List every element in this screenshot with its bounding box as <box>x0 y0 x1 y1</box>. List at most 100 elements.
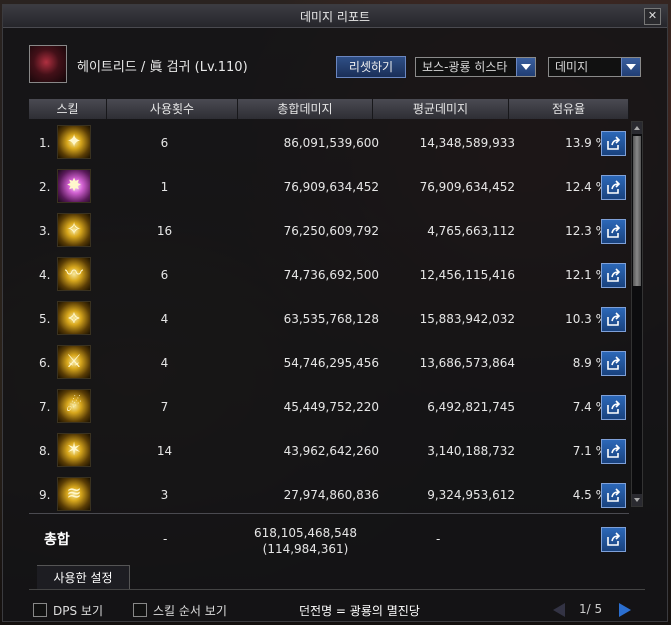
skill-icon: ✧ <box>57 213 91 247</box>
use-count: 7 <box>160 400 169 414</box>
total-damage: 86,091,539,600 <box>283 136 379 150</box>
share-button[interactable] <box>601 131 626 156</box>
avg-damage: 76,909,634,452 <box>419 180 515 194</box>
tab-divider <box>29 589 645 590</box>
footer-bar: DPS 보기 스킬 순서 보기 던전명 = 광룡의 멸진당 1/ 5 <box>3 597 667 623</box>
share-icon <box>607 356 621 370</box>
table-scrollbar[interactable] <box>631 121 643 507</box>
use-count: 3 <box>160 488 169 502</box>
row-index: 6. <box>39 356 51 370</box>
skill-order-checkbox[interactable] <box>133 603 147 617</box>
skill-icon: 〰 <box>57 257 91 291</box>
share-icon <box>607 312 621 326</box>
skill-order-label: 스킬 순서 보기 <box>153 604 227 618</box>
skill-icon: ✶ <box>57 433 91 467</box>
total-damage: 63,535,768,128 <box>283 312 379 326</box>
row-index: 8. <box>39 444 51 458</box>
share-button[interactable] <box>601 307 626 332</box>
share-icon <box>607 136 621 150</box>
table-row: 8. ✶ 14 43,962,642,260 3,140,188,732 7.1… <box>29 429 629 473</box>
total-damage-value: 618,105,468,548 <box>253 526 358 540</box>
tab-used-settings[interactable]: 사용한 설정 <box>37 565 130 590</box>
total-share-button[interactable] <box>601 527 626 552</box>
share-icon <box>607 224 621 238</box>
dps-view-checkbox[interactable] <box>33 603 47 617</box>
total-damage: 76,909,634,452 <box>283 180 379 194</box>
avg-damage: 13,686,573,864 <box>419 356 515 370</box>
avg-damage: 15,883,942,032 <box>419 312 515 326</box>
avg-damage: 6,492,821,745 <box>427 400 515 414</box>
share-icon <box>607 180 621 194</box>
page-indicator: 1/ 5 <box>579 602 603 616</box>
share-button[interactable] <box>601 175 626 200</box>
avg-damage: 4,765,663,112 <box>427 224 515 238</box>
share-icon <box>607 400 621 414</box>
row-index: 3. <box>39 224 51 238</box>
table-header: 스킬 사용횟수 총합데미지 평균데미지 점유율 <box>29 99 629 119</box>
use-count: 6 <box>160 268 169 282</box>
close-button[interactable]: ✕ <box>644 8 661 25</box>
character-portrait <box>29 45 67 83</box>
table-body: 1. ✦ 6 86,091,539,600 14,348,589,933 1 3.… <box>29 121 629 517</box>
metric-select[interactable]: 데미지 <box>548 57 641 77</box>
total-damage-subvalue: (114,984,361) <box>262 542 349 556</box>
reset-button[interactable]: 리셋하기 <box>336 56 406 78</box>
row-index: 7. <box>39 400 51 414</box>
table-row: 3. ✧ 16 76,250,609,792 4,765,663,112 12.… <box>29 209 629 253</box>
table-row: 4. 〰 6 74,736,692,500 12,456,115,416 12.… <box>29 253 629 297</box>
header-avg-damage[interactable]: 평균데미지 <box>373 99 509 119</box>
share-icon <box>607 488 621 502</box>
use-count: 4 <box>160 312 169 326</box>
totals-divider <box>29 513 629 514</box>
skill-icon: ☄ <box>57 389 91 423</box>
total-count: - <box>163 532 168 546</box>
table-row: 5. ⟡ 4 63,535,768,128 15,883,942,032 10.… <box>29 297 629 341</box>
share-button[interactable] <box>601 395 626 420</box>
chevron-down-icon <box>621 58 640 76</box>
row-index: 4. <box>39 268 51 282</box>
skill-icon: ⚔ <box>57 345 91 379</box>
row-index: 2. <box>39 180 51 194</box>
total-label: 총합 <box>44 532 70 548</box>
avg-damage: 3,140,188,732 <box>427 444 515 458</box>
scroll-thumb[interactable] <box>633 136 641 286</box>
share-button[interactable] <box>601 219 626 244</box>
row-index: 9. <box>39 488 51 502</box>
share-icon <box>607 444 621 458</box>
total-damage: 54,746,295,456 <box>283 356 379 370</box>
skill-icon: ≋ <box>57 477 91 511</box>
share-button[interactable] <box>601 351 626 376</box>
title-bar[interactable]: 데미지 리포트 ✕ <box>3 5 667 28</box>
share-icon <box>607 268 621 282</box>
avg-damage: 14,348,589,933 <box>419 136 515 150</box>
use-count: 16 <box>156 224 173 238</box>
table-row: 2. ✸ 1 76,909,634,452 76,909,634,452 12.… <box>29 165 629 209</box>
prev-page-icon[interactable] <box>553 603 565 617</box>
share-button[interactable] <box>601 483 626 508</box>
next-page-icon[interactable] <box>619 603 631 617</box>
scroll-up-button[interactable] <box>632 122 642 134</box>
skill-icon: ⟡ <box>57 301 91 335</box>
scroll-down-button[interactable] <box>632 494 642 506</box>
use-count: 4 <box>160 356 169 370</box>
header-skill[interactable]: 스킬 <box>29 99 107 119</box>
dungeon-name: 던전명 = 광룡의 멸진당 <box>299 604 420 618</box>
share-button[interactable] <box>601 263 626 288</box>
header-use-count[interactable]: 사용횟수 <box>107 99 238 119</box>
total-damage: 74,736,692,500 <box>283 268 379 282</box>
total-damage: 76,250,609,792 <box>283 224 379 238</box>
boss-filter-select[interactable]: 보스-광룡 히스타 <box>415 57 536 77</box>
total-damage: 45,449,752,220 <box>283 400 379 414</box>
share-button[interactable] <box>601 439 626 464</box>
row-index: 5. <box>39 312 51 326</box>
total-avg: - <box>436 532 441 546</box>
skill-icon: ✸ <box>57 169 91 203</box>
window-title: 데미지 리포트 <box>299 10 371 24</box>
header-total-damage[interactable]: 총합데미지 <box>238 99 373 119</box>
table-row: 7. ☄ 7 45,449,752,220 6,492,821,745 7.4 … <box>29 385 629 429</box>
skill-icon: ✦ <box>57 125 91 159</box>
use-count: 6 <box>160 136 169 150</box>
row-index: 1. <box>39 136 51 150</box>
avg-damage: 12,456,115,416 <box>419 268 515 282</box>
header-share[interactable]: 점유율 <box>509 99 629 119</box>
